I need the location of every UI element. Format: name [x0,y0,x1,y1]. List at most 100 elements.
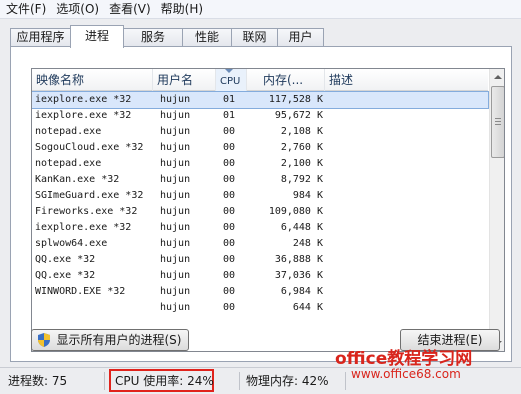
cell-image-name: iexplore.exe *32 [35,222,132,233]
cell-cpu: 00 [223,222,236,233]
cell-memory: 117,528 K [268,94,323,105]
cell-cpu: 00 [223,302,236,313]
cell-user-name: hujun [160,270,191,281]
cell-user-name: hujun [160,222,191,233]
cell-user-name: hujun [160,94,191,105]
column-memory[interactable]: 内存(... [247,69,325,91]
table-row[interactable]: notepad.exe hujun 00 2,100 K [32,156,488,172]
cell-image-name: Fireworks.exe *32 [35,206,138,217]
tab-users[interactable]: 用户 [277,28,324,47]
column-cpu[interactable]: CPU [216,69,247,91]
table-row[interactable]: WINWORD.EXE *32 hujun 00 6,984 K [32,284,488,300]
show-all-users-button[interactable]: 显示所有用户的进程(S) [31,329,189,351]
grip-line [495,124,501,125]
cell-cpu: 00 [223,270,236,281]
table-row[interactable]: QQ.exe *32 hujun 00 37,036 K [32,268,488,284]
table-row[interactable]: hujun 00 644 K [32,300,488,316]
cell-user-name: hujun [160,190,191,201]
column-image-name[interactable]: 映像名称 [32,69,153,91]
table-row[interactable]: KanKan.exe *32 hujun 00 8,792 K [32,172,488,188]
scroll-thumb[interactable] [491,86,504,158]
table-row[interactable]: SogouCloud.exe *32 hujun 00 2,760 K [32,140,488,156]
cell-user-name: hujun [160,238,191,249]
table-row[interactable]: splwow64.exe hujun 00 248 K [32,236,488,252]
column-description[interactable]: 描述 [325,69,488,91]
cell-cpu: 00 [223,190,236,201]
cell-cpu: 00 [223,206,236,217]
cell-cpu: 00 [223,254,236,265]
tab-applications[interactable]: 应用程序 [10,28,71,47]
cell-image-name: WINWORD.EXE *32 [35,286,126,297]
processes-panel: 映像名称 用户名 CPU 内存(... 描述 iexplore.exe *32 h… [10,46,512,362]
cell-cpu: 00 [223,158,236,169]
cell-memory: 2,100 K [280,158,323,169]
vertical-scrollbar[interactable] [489,69,504,351]
table-row[interactable]: iexplore.exe *32 hujun 01 95,672 K [32,108,488,124]
cell-memory: 37,036 K [274,270,323,281]
cell-user-name: hujun [160,158,191,169]
uac-shield-icon [38,333,50,347]
menu-view[interactable]: 查看(V) [109,0,151,19]
process-list[interactable]: 映像名称 用户名 CPU 内存(... 描述 iexplore.exe *32 h… [31,68,505,352]
cell-user-name: hujun [160,126,191,137]
cell-cpu: 00 [223,286,236,297]
watermark-url: www.office68.com [351,367,461,381]
table-row[interactable]: iexplore.exe *32 hujun 00 6,448 K [32,220,488,236]
cell-image-name: SGImeGuard.exe *32 [35,190,144,201]
cell-user-name: hujun [160,302,191,313]
menu-file[interactable]: 文件(F) [6,0,46,19]
cell-user-name: hujun [160,174,191,185]
status-separator [345,372,346,390]
cell-image-name: iexplore.exe *32 [35,94,132,105]
tab-services[interactable]: 服务 [123,28,183,47]
cell-user-name: hujun [160,142,191,153]
cell-image-name: notepad.exe [35,126,102,137]
menu-help[interactable]: 帮助(H) [161,0,203,19]
sort-arrow-icon [225,69,233,73]
table-row[interactable]: Fireworks.exe *32 hujun 00 109,080 K [32,204,488,220]
status-physical-memory: 物理内存: 42% [246,374,329,388]
arrow-up-icon [494,75,502,79]
list-header: 映像名称 用户名 CPU 内存(... 描述 [32,69,488,91]
cell-memory: 8,792 K [280,174,323,185]
cell-memory: 248 K [292,238,323,249]
cell-cpu: 01 [223,94,236,105]
column-user-name[interactable]: 用户名 [153,69,216,91]
grip-line [495,121,501,122]
status-process-count: 进程数: 75 [8,374,68,388]
cell-user-name: hujun [160,110,191,121]
cell-image-name: splwow64.exe [35,238,108,249]
cell-cpu: 00 [223,174,236,185]
cell-memory: 2,760 K [280,142,323,153]
cell-image-name: QQ.exe *32 [35,254,96,265]
table-row[interactable]: iexplore.exe *32 hujun 01 117,528 K [32,91,489,109]
cell-memory: 6,448 K [280,222,323,233]
scroll-up-button[interactable] [490,69,504,85]
cell-cpu: 00 [223,126,236,137]
cell-memory: 36,888 K [274,254,323,265]
table-row[interactable]: QQ.exe *32 hujun 00 36,888 K [32,252,488,268]
cell-image-name: iexplore.exe *32 [35,110,132,121]
tab-processes[interactable]: 进程 [70,25,124,48]
cell-memory: 644 K [292,302,323,313]
table-row[interactable]: notepad.exe hujun 00 2,108 K [32,124,488,140]
cell-user-name: hujun [160,254,191,265]
tab-performance[interactable]: 性能 [182,28,232,47]
cell-image-name: KanKan.exe *32 [35,174,120,185]
table-row[interactable]: SGImeGuard.exe *32 hujun 00 984 K [32,188,488,204]
watermark-title: office教程学习网 [335,349,473,369]
cell-memory: 109,080 K [268,206,323,217]
cell-cpu: 00 [223,238,236,249]
cell-image-name: notepad.exe [35,158,102,169]
menu-options[interactable]: 选项(O) [56,0,99,19]
cell-user-name: hujun [160,286,191,297]
grip-icon [495,118,501,119]
status-separator [104,372,105,390]
cell-image-name: SogouCloud.exe *32 [35,142,144,153]
cell-memory: 2,108 K [280,126,323,137]
cell-image-name [35,300,153,316]
tab-networking[interactable]: 联网 [231,28,278,47]
cell-cpu: 01 [223,110,236,121]
cell-cpu: 00 [223,142,236,153]
show-all-users-label: 显示所有用户的进程(S) [56,333,182,347]
